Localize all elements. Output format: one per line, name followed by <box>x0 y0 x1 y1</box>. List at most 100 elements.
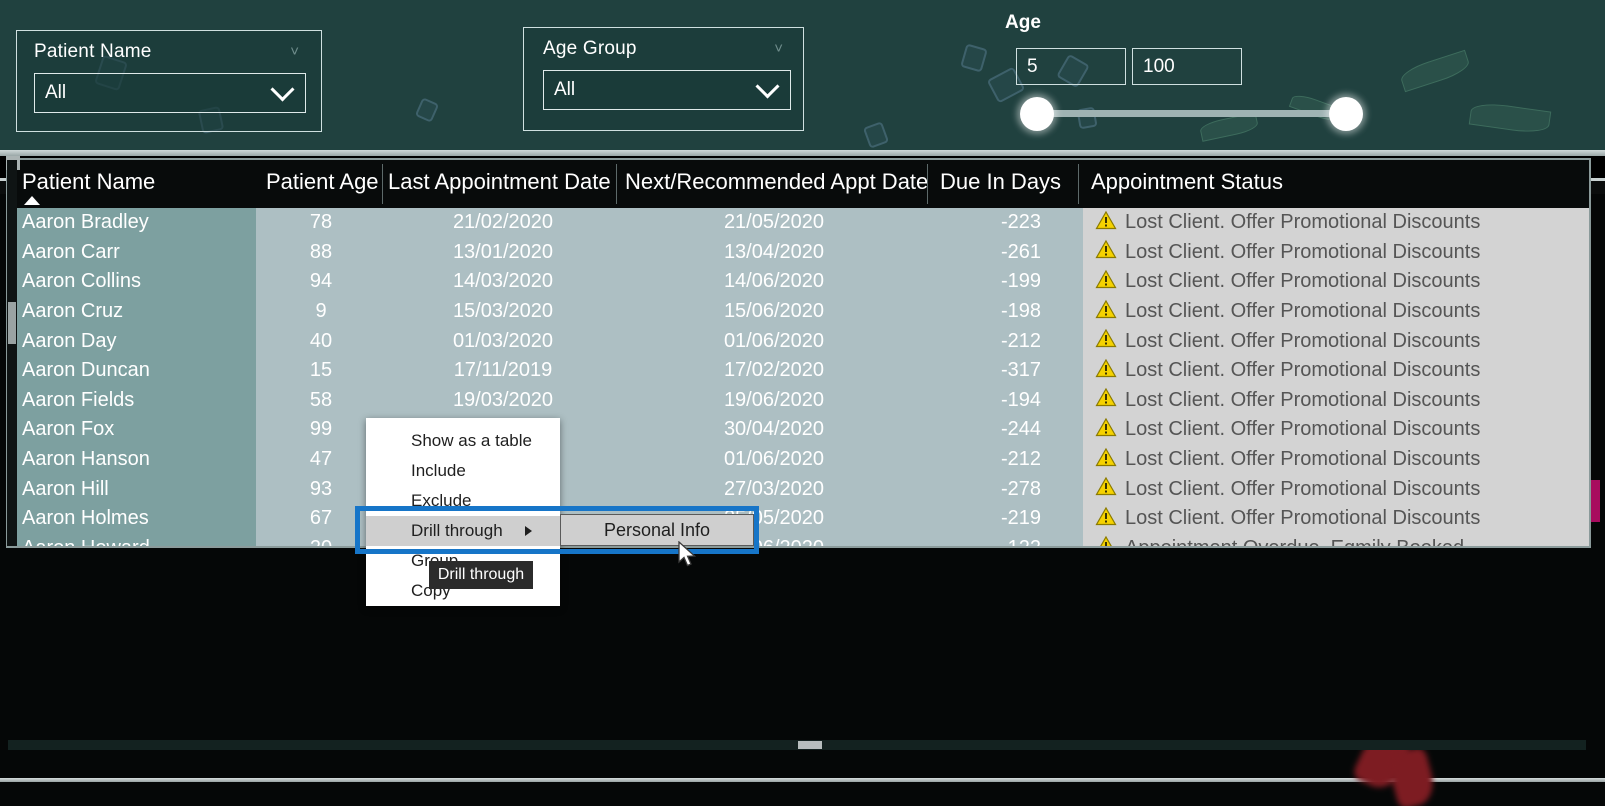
cell-appointment-status[interactable]: Lost Client. Offer Promotional Discounts <box>1083 237 1589 268</box>
table-row[interactable]: Aaron Holmes6725/02/202025/05/2020-219Lo… <box>8 504 1589 534</box>
cell-patient-name[interactable]: Aaron Fields <box>8 385 256 416</box>
cell-next-appt-date[interactable]: 27/03/2020 <box>620 474 928 504</box>
cell-appointment-status[interactable]: Lost Client. Offer Promotional Discounts <box>1083 296 1589 327</box>
column-header-appointment-status[interactable]: Appointment Status <box>1091 169 1283 195</box>
table-row[interactable]: Aaron Hanson4701/12/201901/06/2020-212Lo… <box>8 444 1589 475</box>
chevron-down-icon[interactable]: ˅ <box>774 40 783 57</box>
cell-due-in-days[interactable]: -261 <box>928 237 1083 268</box>
cell-patient-age[interactable]: 78 <box>256 208 386 238</box>
cell-patient-age[interactable]: 58 <box>256 385 386 416</box>
cell-last-appointment-date[interactable]: 14/03/2020 <box>386 267 620 297</box>
table-horizontal-scrollbar[interactable] <box>8 740 1586 750</box>
slicer-age-group[interactable]: Age Group ˅ All <box>523 27 804 131</box>
cell-patient-name[interactable]: Aaron Howard <box>8 533 256 546</box>
cell-patient-name[interactable]: Aaron Bradley <box>8 208 256 238</box>
cell-last-appointment-date[interactable]: 21/02/2020 <box>386 208 620 238</box>
chevron-down-icon[interactable] <box>273 80 293 100</box>
table-row[interactable]: Aaron Hill9327/12/201927/03/2020-278Lost… <box>8 474 1589 504</box>
age-min-input[interactable] <box>1016 48 1126 85</box>
slicer-age-group-dropdown[interactable]: All <box>543 70 791 110</box>
cell-due-in-days[interactable]: -278 <box>928 474 1083 504</box>
cell-next-appt-date[interactable]: 14/06/2020 <box>620 267 928 297</box>
context-menu-item-exclude[interactable]: Exclude <box>366 486 560 516</box>
horizontal-scrollbar-thumb[interactable] <box>798 741 822 749</box>
cell-due-in-days[interactable]: -244 <box>928 415 1083 445</box>
cell-patient-name[interactable]: Aaron Cruz <box>8 296 256 327</box>
column-header-patient-name[interactable]: Patient Name <box>22 169 155 195</box>
age-max-input[interactable] <box>1132 48 1242 85</box>
table-row[interactable]: Aaron Bradley 78 21/02/2020 21/05/2020 -223 L… <box>8 208 1589 238</box>
table-row[interactable]: Aaron Fields 58 19/03/2020 19/06/2020 -194 Lo… <box>8 385 1589 416</box>
cell-next-appt-date[interactable]: 17/02/2020 <box>620 356 928 386</box>
cell-appointment-status[interactable]: Lost Client. Offer Promotional Discounts <box>1083 385 1589 416</box>
cell-next-appt-date[interactable]: 01/06/2020 <box>620 444 928 475</box>
cell-last-appointment-date[interactable]: 19/03/2020 <box>386 385 620 416</box>
cell-next-appt-date[interactable]: 19/06/2020 <box>620 385 928 416</box>
cell-patient-age[interactable]: 40 <box>256 326 386 356</box>
cell-patient-age[interactable]: 15 <box>256 356 386 386</box>
cell-patient-name[interactable]: Aaron Collins <box>8 267 256 297</box>
column-header-last-appointment-date[interactable]: Last Appointment Date <box>388 169 611 195</box>
cell-appointment-status[interactable]: Lost Client. Offer Promotional Discounts <box>1083 415 1589 445</box>
column-header-next-appt-date[interactable]: Next/Recommended Appt Date <box>625 169 928 195</box>
cell-due-in-days[interactable]: -199 <box>928 267 1083 297</box>
cell-last-appointment-date[interactable]: 01/03/2020 <box>386 326 620 356</box>
age-slider-track[interactable] <box>1038 110 1348 117</box>
cell-appointment-status[interactable]: Lost Client. Offer Promotional Discounts <box>1083 356 1589 386</box>
table-row[interactable]: Aaron Day 40 01/03/2020 01/06/2020 -212 Lost … <box>8 326 1589 356</box>
sort-ascending-icon[interactable] <box>24 196 40 205</box>
table-row[interactable]: Aaron Howard2030/03/202030/06/2020-122Ap… <box>8 533 1589 546</box>
context-menu-item-include[interactable]: Include <box>366 456 560 486</box>
cell-patient-name[interactable]: Aaron Carr <box>8 237 256 268</box>
cell-appointment-status[interactable]: Lost Client. Offer Promotional Discounts <box>1083 208 1589 238</box>
cell-next-appt-date[interactable]: 01/06/2020 <box>620 326 928 356</box>
cell-next-appt-date[interactable]: 30/04/2020 <box>620 415 928 445</box>
submenu-item-personal-info[interactable]: Personal Info <box>560 514 754 546</box>
age-slider-min-handle[interactable] <box>1020 97 1054 131</box>
table-row[interactable]: Aaron Fox9931/01/202030/04/2020-244Lost … <box>8 415 1589 445</box>
cell-appointment-status[interactable]: Lost Client. Offer Promotional Discounts <box>1083 504 1589 534</box>
context-menu-item-drill-through[interactable]: Drill through <box>366 516 560 546</box>
cell-patient-name[interactable]: Aaron Day <box>8 326 256 356</box>
cell-appointment-status[interactable]: Lost Client. Offer Promotional Discounts <box>1083 444 1589 475</box>
cell-due-in-days[interactable]: -194 <box>928 385 1083 416</box>
cell-due-in-days[interactable]: -122 <box>928 533 1083 546</box>
cell-patient-name[interactable]: Aaron Holmes <box>8 504 256 534</box>
table-row[interactable]: Aaron Carr 88 13/01/2020 13/04/2020 -261 Lost… <box>8 237 1589 268</box>
table-row[interactable]: Aaron Collins 94 14/03/2020 14/06/2020 -199 L… <box>8 267 1589 297</box>
cell-next-appt-date[interactable]: 15/06/2020 <box>620 296 928 327</box>
cell-last-appointment-date[interactable]: 13/01/2020 <box>386 237 620 268</box>
cell-next-appt-date[interactable]: 21/05/2020 <box>620 208 928 238</box>
cell-patient-age[interactable]: 94 <box>256 267 386 297</box>
cell-appointment-status[interactable]: Lost Client. Offer Promotional Discounts <box>1083 267 1589 297</box>
cell-patient-name[interactable]: Aaron Hanson <box>8 444 256 475</box>
cell-due-in-days[interactable]: -198 <box>928 296 1083 327</box>
cell-patient-name[interactable]: Aaron Fox <box>8 415 256 445</box>
age-slider-max-handle[interactable] <box>1329 97 1363 131</box>
context-menu-item-show-as-a-table[interactable]: Show as a table <box>366 426 560 456</box>
table-row[interactable]: Aaron Cruz 9 15/03/2020 15/06/2020 -198 Lost … <box>8 296 1589 327</box>
column-header-patient-age[interactable]: Patient Age <box>266 169 379 195</box>
cell-due-in-days[interactable]: -212 <box>928 444 1083 475</box>
table-vertical-scrollbar[interactable] <box>7 160 17 546</box>
cell-appointment-status[interactable]: Lost Client. Offer Promotional Discounts <box>1083 326 1589 356</box>
vertical-scrollbar-thumb[interactable] <box>8 302 16 344</box>
cell-due-in-days[interactable]: -223 <box>928 208 1083 238</box>
cell-patient-age[interactable]: 88 <box>256 237 386 268</box>
cell-due-in-days[interactable]: -219 <box>928 504 1083 534</box>
cell-due-in-days[interactable]: -212 <box>928 326 1083 356</box>
cell-patient-name[interactable]: Aaron Hill <box>8 474 256 504</box>
cell-last-appointment-date[interactable]: 15/03/2020 <box>386 296 620 327</box>
cell-next-appt-date[interactable]: 13/04/2020 <box>620 237 928 268</box>
column-header-due-in-days[interactable]: Due In Days <box>940 169 1061 195</box>
cell-patient-name[interactable]: Aaron Duncan <box>8 356 256 386</box>
cell-patient-age[interactable]: 9 <box>256 296 386 327</box>
table-row[interactable]: Aaron Duncan 15 17/11/2019 17/02/2020 -317 Lo… <box>8 356 1589 386</box>
cell-appointment-status[interactable]: Lost Client. Offer Promotional Discounts <box>1083 474 1589 504</box>
chevron-down-icon[interactable]: ˅ <box>290 43 299 60</box>
slicer-patient-name-dropdown[interactable]: All <box>34 73 306 113</box>
cell-appointment-status[interactable]: Appointment Overdue. Eqmily Booked <box>1083 533 1589 546</box>
slicer-patient-name[interactable]: Patient Name ˅ All <box>16 30 322 132</box>
cell-due-in-days[interactable]: -317 <box>928 356 1083 386</box>
chevron-down-icon[interactable] <box>758 77 778 97</box>
